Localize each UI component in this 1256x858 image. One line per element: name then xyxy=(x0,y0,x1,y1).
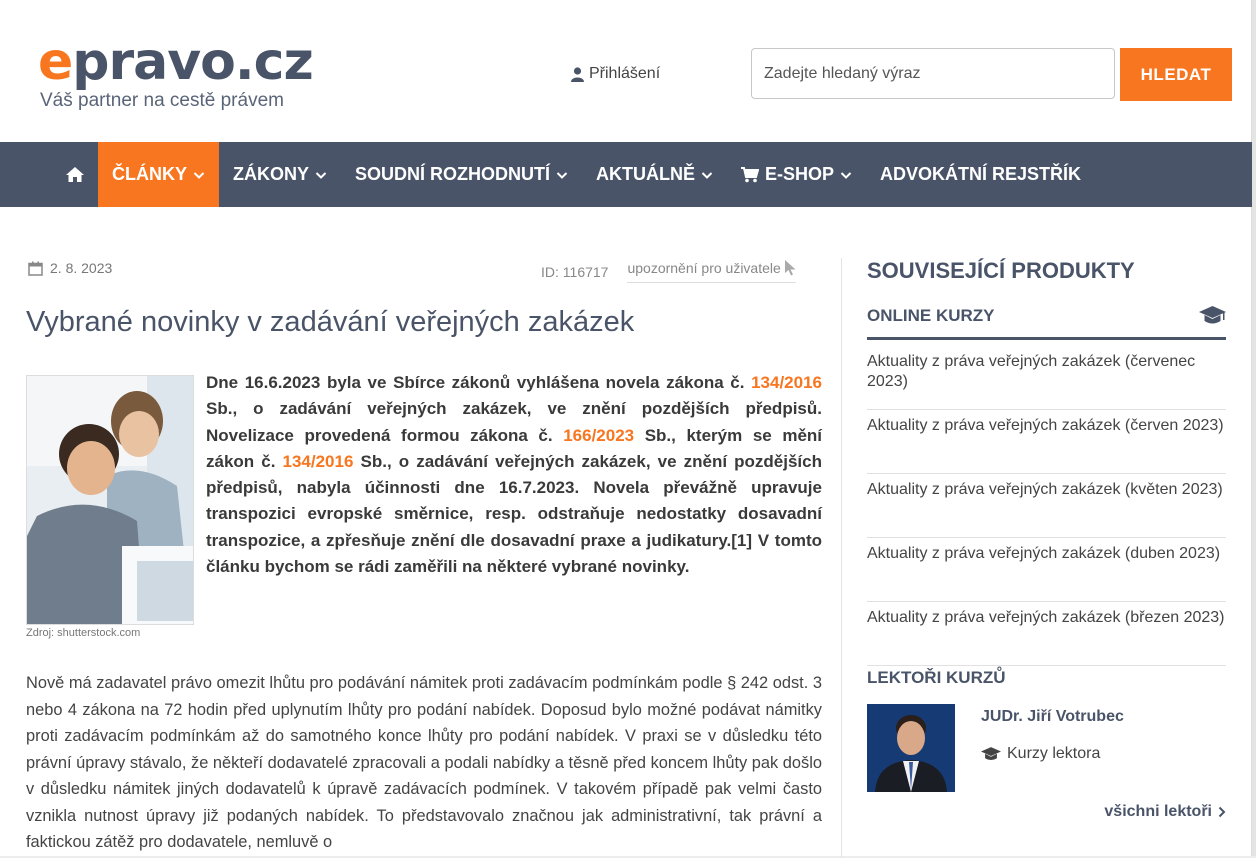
photo-credit: Zdroj: shutterstock.com xyxy=(26,627,141,639)
course-item[interactable]: Aktuality z práva veřejných zakázek (čer… xyxy=(867,410,1226,474)
chevron-down-icon xyxy=(193,171,205,179)
nav-label: ZÁKONY xyxy=(233,164,309,184)
law-link-134-2016[interactable]: 134/2016 xyxy=(751,373,822,392)
article-meta: ID: 116717 upozornění pro uživatele xyxy=(541,260,822,283)
site-logo[interactable]: epravo.cz Váš partner na cestě právem xyxy=(38,36,314,112)
lecturer-courses-label: Kurzy lektora xyxy=(1007,745,1101,762)
lecturer-courses-link[interactable]: Kurzy lektora xyxy=(981,745,1100,763)
article-image xyxy=(27,376,193,624)
chevron-down-icon xyxy=(840,171,852,179)
user-icon xyxy=(571,66,584,82)
scrollbar[interactable] xyxy=(1252,0,1256,856)
logo-tagline: Váš partner na cestě právem xyxy=(40,90,284,111)
search-button[interactable]: HLEDAT xyxy=(1120,48,1232,101)
law-link-166-2023[interactable]: 166/2023 xyxy=(563,426,634,445)
article-perex: Dne 16.6.2023 byla ve Sbírce zákonů vyhl… xyxy=(206,370,822,580)
article-date: 2. 8. 2023 xyxy=(28,260,112,276)
graduation-cap-icon xyxy=(981,746,1001,760)
chevron-right-icon xyxy=(1218,806,1226,818)
course-item[interactable]: Aktuality z práva veřejných zakázek (čer… xyxy=(867,346,1226,410)
nav-label: ČLÁNKY xyxy=(112,164,187,184)
nav-soudni-rozhodnuti[interactable]: SOUDNÍ ROZHODNUTÍ xyxy=(341,142,582,207)
chevron-down-icon xyxy=(701,171,713,179)
lecturer-name[interactable]: JUDr. Jiří Votrubec xyxy=(981,708,1124,726)
nav-zakony[interactable]: ZÁKONY xyxy=(219,142,341,207)
graduation-cap-icon xyxy=(1199,306,1226,324)
nav-clanky[interactable]: ČLÁNKY xyxy=(98,142,219,207)
article-title: Vybrané novinky v zadávání veřejných zak… xyxy=(26,306,635,338)
all-lecturers-link[interactable]: všichni lektoři xyxy=(1104,803,1226,821)
cursor-icon xyxy=(784,260,796,276)
online-courses-title: ONLINE KURZY xyxy=(867,306,995,325)
article-body: Nově má zadavatel právo omezit lhůtu pro… xyxy=(26,674,822,851)
nav-advokatni-rejstrik[interactable]: ADVOKÁTNÍ REJSTŘÍK xyxy=(866,142,1095,207)
nav-label: E-SHOP xyxy=(765,164,835,184)
warning-label: upozornění pro uživatele xyxy=(627,260,781,276)
logo-e: e xyxy=(38,32,73,92)
online-courses-header: ONLINE KURZY xyxy=(867,306,1226,340)
login-label: Přihlášení xyxy=(589,65,661,82)
chevron-down-icon xyxy=(315,171,327,179)
user-warning-link[interactable]: upozornění pro uživatele xyxy=(627,260,796,283)
article-id: ID: 116717 xyxy=(541,263,609,280)
login-link[interactable]: Přihlášení xyxy=(571,65,660,83)
nav-label: AKTUÁLNĚ xyxy=(596,164,695,184)
article-photo xyxy=(26,375,194,625)
law-link-134-2016[interactable]: 134/2016 xyxy=(283,452,354,471)
nav-label: SOUDNÍ ROZHODNUTÍ xyxy=(355,164,550,184)
search-input[interactable] xyxy=(751,48,1115,99)
course-item[interactable]: Aktuality z práva veřejných zakázek (dub… xyxy=(867,538,1226,602)
related-products-title: SOUVISEJÍCÍ PRODUKTY xyxy=(867,258,1135,283)
lecturer-photo[interactable] xyxy=(867,704,955,792)
lecturers-title: LEKTOŘI KURZŮ xyxy=(867,668,1006,687)
logo-text: epravo.cz xyxy=(38,36,314,88)
logo-rest: pravo.cz xyxy=(72,32,313,92)
calendar-icon xyxy=(28,261,43,276)
sidebar: SOUVISEJÍCÍ PRODUKTY ONLINE KURZY Aktual… xyxy=(841,258,1226,858)
nav-label: ADVOKÁTNÍ REJSTŘÍK xyxy=(880,164,1082,184)
course-item[interactable]: Aktuality z práva veřejných zakázek (bře… xyxy=(867,602,1226,666)
home-icon xyxy=(66,167,84,182)
perex-text: Dne 16.6.2023 byla ve Sbírce zákonů vyhl… xyxy=(206,373,752,392)
date-text: 2. 8. 2023 xyxy=(50,260,113,276)
lecturer-image xyxy=(867,704,955,792)
nav-aktualne[interactable]: AKTUÁLNĚ xyxy=(582,142,727,207)
chevron-down-icon xyxy=(556,171,568,179)
course-list: Aktuality z práva veřejných zakázek (čer… xyxy=(867,346,1226,666)
nav-home[interactable] xyxy=(52,142,98,207)
page: epravo.cz Váš partner na cestě právem Př… xyxy=(0,0,1252,858)
all-lecturers-label: všichni lektoři xyxy=(1104,803,1212,820)
cart-icon xyxy=(741,166,759,182)
main-nav: ČLÁNKY ZÁKONY SOUDNÍ ROZHODNUTÍ AKTUÁLNĚ… xyxy=(0,142,1252,207)
course-item[interactable]: Aktuality z práva veřejných zakázek (kvě… xyxy=(867,474,1226,538)
nav-eshop[interactable]: E-SHOP xyxy=(727,142,866,207)
